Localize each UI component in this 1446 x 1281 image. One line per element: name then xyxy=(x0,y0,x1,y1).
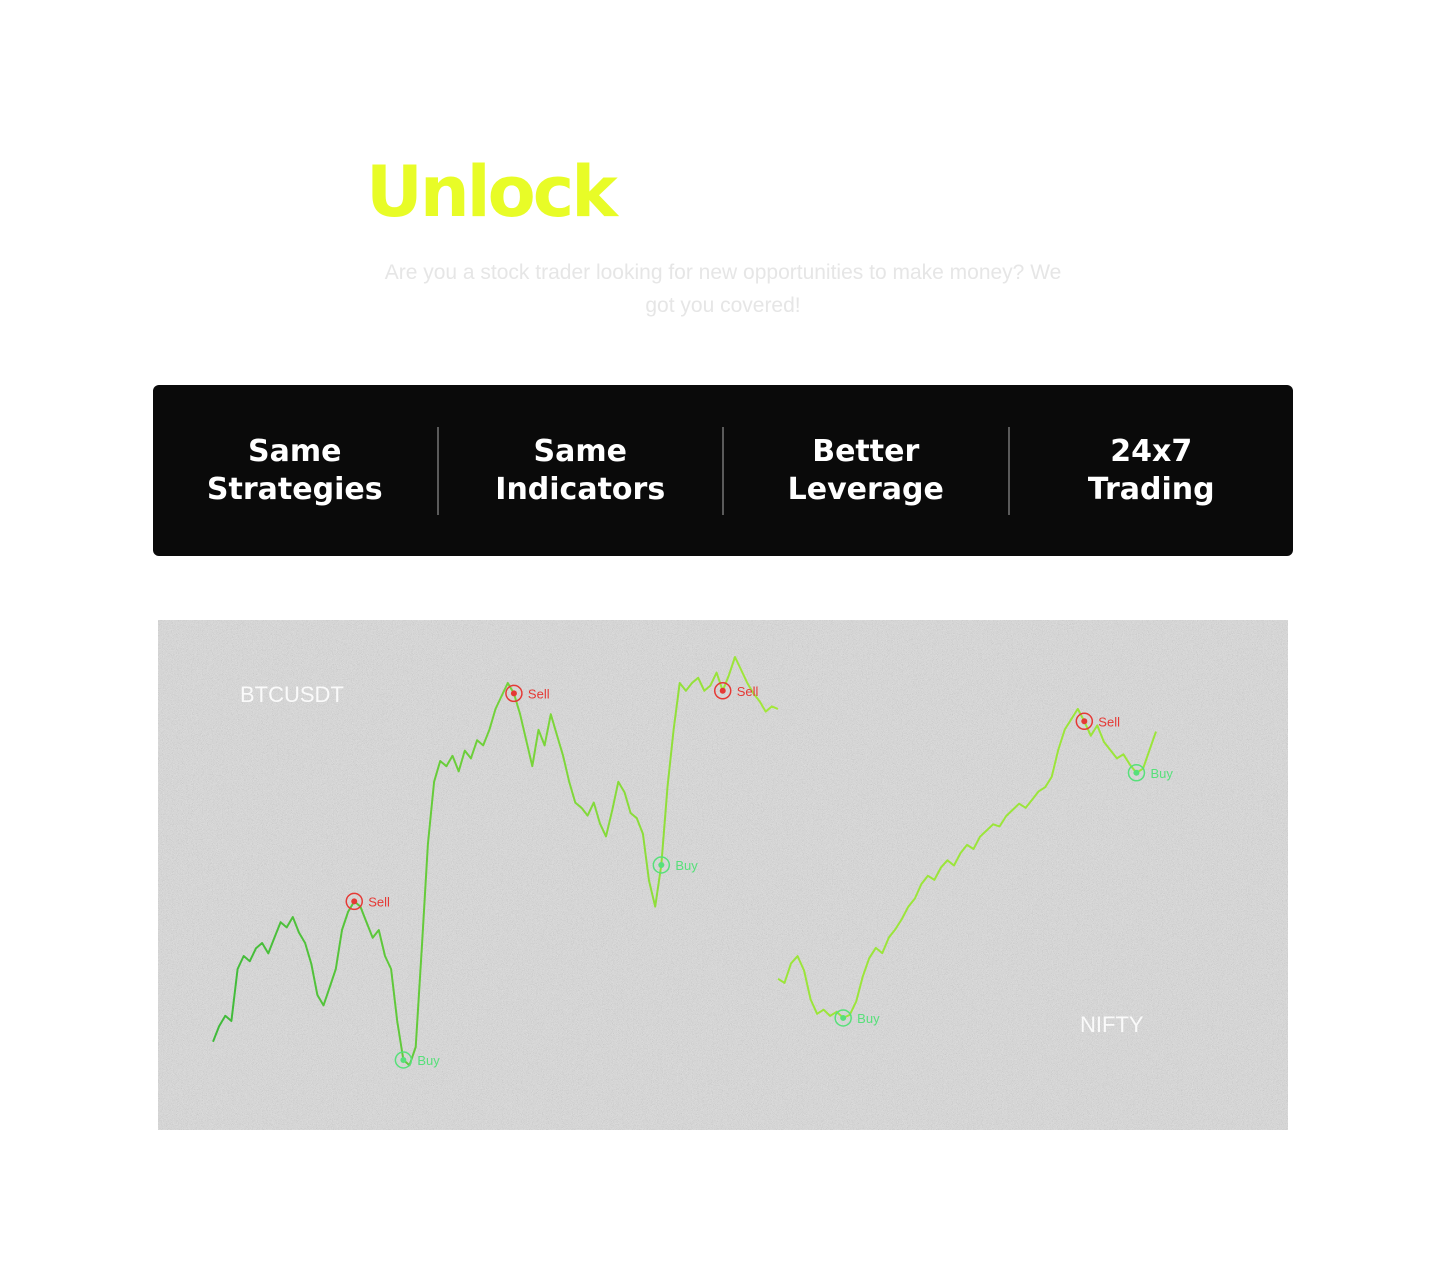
feature-24x7-trading: 24x7 Trading xyxy=(1007,426,1294,515)
marker-label: Buy xyxy=(675,858,698,873)
feature-label: 24x7 Trading xyxy=(1087,433,1215,507)
feature-same-indicators: Same Indicators xyxy=(436,426,723,515)
hero-subtitle: Are you a stock trader looking for new o… xyxy=(384,261,1062,317)
feature-label: Better Leverage xyxy=(787,433,944,507)
chart-title: BTCUSDT xyxy=(240,682,344,707)
marker-label: Sell xyxy=(528,686,550,701)
marker-dot xyxy=(510,690,517,697)
marker-label: Sell xyxy=(1098,714,1120,729)
feature-label: Same Strategies xyxy=(206,433,383,507)
marker-dot xyxy=(658,862,665,868)
trading-chart-panel: BTCUSDT Sell Buy Sell Buy Sell NIFTY Buy Sell Buy xyxy=(158,620,1288,1130)
marker-dot xyxy=(400,1057,407,1063)
marker-label: Buy xyxy=(417,1053,440,1068)
chart-title: NIFTY xyxy=(1080,1012,1144,1037)
marker-label: Sell xyxy=(737,684,759,699)
marker-dot xyxy=(719,687,726,694)
marker-label: Buy xyxy=(857,1011,880,1026)
feature-label: Same Indicators xyxy=(495,433,666,507)
marker-dot xyxy=(840,1014,847,1021)
marker-dot xyxy=(351,898,358,905)
marker-dot xyxy=(1081,718,1088,725)
marker-dot xyxy=(1133,769,1140,776)
feature-same-strategies: Same Strategies xyxy=(153,427,437,515)
trading-charts: BTCUSDT Sell Buy Sell Buy Sell NIFTY Buy Sell Buy xyxy=(158,620,1288,1130)
feature-better-leverage: Better Leverage xyxy=(722,426,1008,515)
marker-label: Buy xyxy=(1150,766,1173,781)
features-bar: Same Strategies Same Indicators Better L… xyxy=(153,385,1293,556)
hero-title: Unlock xyxy=(366,151,618,233)
marker-label: Sell xyxy=(368,894,390,909)
